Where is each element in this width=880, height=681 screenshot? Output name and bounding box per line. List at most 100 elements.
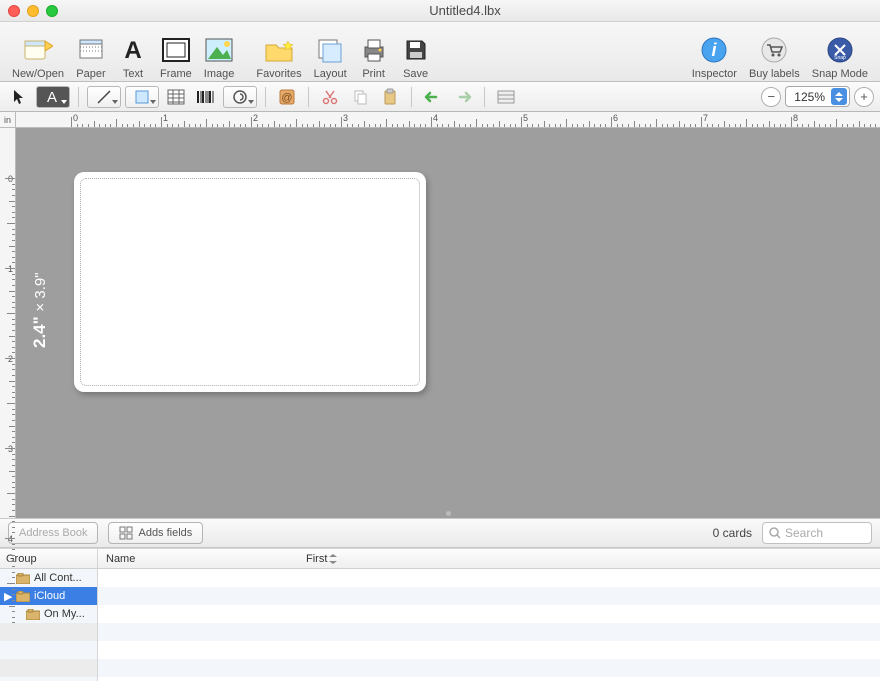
titlebar: Untitled4.lbx: [0, 0, 880, 22]
zoom-value: 125%: [794, 90, 825, 104]
svg-text:A: A: [47, 89, 57, 105]
contacts-body: [98, 569, 880, 681]
cards-count: 0 cards: [713, 526, 752, 540]
svg-text:Snap: Snap: [834, 55, 846, 61]
contact-row-empty: [98, 641, 880, 659]
undo-button[interactable]: [420, 86, 446, 108]
window-title: Untitled4.lbx: [58, 3, 872, 18]
zoom-select[interactable]: 125%: [785, 86, 850, 107]
inspector-label: Inspector: [692, 68, 737, 80]
line-tool[interactable]: [87, 86, 121, 108]
symbol-tool[interactable]: [223, 86, 257, 108]
buy-labels-button[interactable]: Buy labels: [743, 24, 806, 80]
edit-toolbar: A @ − 125%: [0, 82, 880, 112]
layout-icon: [315, 35, 345, 65]
cut-button[interactable]: [317, 86, 343, 108]
group-label: iCloud: [34, 590, 65, 602]
search-icon: [769, 527, 781, 539]
layout-label: Layout: [314, 68, 347, 80]
panel-toggle-button[interactable]: [493, 86, 519, 108]
label-preview[interactable]: [74, 172, 426, 392]
new-open-label: New/Open: [12, 68, 64, 80]
folder-icon: [16, 591, 30, 602]
pointer-tool[interactable]: [6, 86, 32, 108]
adds-fields-button[interactable]: Adds fields: [108, 522, 203, 544]
minimize-window-button[interactable]: [27, 5, 39, 17]
table-tool[interactable]: [163, 86, 189, 108]
search-box[interactable]: [762, 522, 872, 544]
frame-button[interactable]: Frame: [154, 24, 198, 80]
first-header[interactable]: First: [304, 553, 337, 565]
redo-button[interactable]: [450, 86, 476, 108]
main-header: Name First: [98, 549, 880, 569]
favorites-label: Favorites: [256, 68, 301, 80]
group-row-empty: [0, 641, 97, 659]
zoom-in-button[interactable]: +: [854, 87, 874, 107]
main-toolbar: New/Open Paper A Text Frame Image Favori…: [0, 22, 880, 82]
contact-row-empty: [98, 587, 880, 605]
canvas[interactable]: 2.4" × 3.9": [16, 128, 880, 518]
paste-button[interactable]: [377, 86, 403, 108]
folder-icon: [16, 573, 30, 584]
image-label: Image: [204, 68, 235, 80]
new-open-icon: [23, 35, 53, 65]
adds-fields-label: Adds fields: [138, 527, 192, 539]
snap-mode-button[interactable]: Snap Snap Mode: [806, 24, 874, 80]
stepper-arrows-icon: [831, 88, 847, 105]
group-list: All Cont... ▶iCloud On My...: [0, 569, 97, 681]
paper-icon: [76, 35, 106, 65]
group-row[interactable]: ▶iCloud: [0, 587, 97, 605]
barcode-tool[interactable]: [193, 86, 219, 108]
close-window-button[interactable]: [8, 5, 20, 17]
image-button[interactable]: Image: [198, 24, 241, 80]
group-label: All Cont...: [34, 572, 82, 584]
folder-icon: [26, 609, 40, 620]
group-row[interactable]: On My...: [0, 605, 97, 623]
panel-resize-handle[interactable]: [428, 511, 468, 516]
text-button[interactable]: A Text: [112, 24, 154, 80]
print-button[interactable]: Print: [353, 24, 395, 80]
work-area: in 0123456789 01234 2.4" × 3.9": [0, 112, 880, 518]
at-tool[interactable]: @: [274, 86, 300, 108]
copy-button[interactable]: [347, 86, 373, 108]
print-icon: [359, 35, 389, 65]
contact-row-empty: [98, 677, 880, 681]
search-input[interactable]: [785, 526, 855, 540]
paper-button[interactable]: Paper: [70, 24, 112, 80]
image-icon: [204, 35, 234, 65]
fields-icon: [119, 526, 133, 540]
frame-icon: [161, 35, 191, 65]
group-row-empty: [0, 659, 97, 677]
text-icon: A: [118, 35, 148, 65]
contact-row-empty: [98, 659, 880, 677]
zoom-window-button[interactable]: [46, 5, 58, 17]
contact-row-empty: [98, 605, 880, 623]
label-dimensions: 2.4" × 3.9": [30, 272, 50, 348]
text-tool[interactable]: A: [36, 86, 70, 108]
print-label: Print: [362, 68, 385, 80]
layout-button[interactable]: Layout: [308, 24, 353, 80]
svg-text:A: A: [124, 37, 141, 63]
buy-labels-label: Buy labels: [749, 68, 800, 80]
inspector-button[interactable]: i Inspector: [686, 24, 743, 80]
frame-label: Frame: [160, 68, 192, 80]
group-row-empty: [0, 623, 97, 641]
address-book-button[interactable]: Address Book: [8, 522, 98, 544]
new-open-button[interactable]: New/Open: [6, 24, 70, 80]
sort-icon: [329, 554, 337, 564]
cart-icon: [759, 35, 789, 65]
group-row-empty: [0, 677, 97, 681]
group-label: On My...: [44, 608, 85, 620]
snap-mode-icon: Snap: [825, 35, 855, 65]
contact-row-empty: [98, 623, 880, 641]
shape-tool[interactable]: [125, 86, 159, 108]
favorites-button[interactable]: Favorites: [250, 24, 307, 80]
snap-mode-label: Snap Mode: [812, 68, 868, 80]
name-header[interactable]: Name: [98, 553, 304, 565]
save-button[interactable]: Save: [395, 24, 437, 80]
favorites-icon: [264, 35, 294, 65]
zoom-out-button[interactable]: −: [761, 87, 781, 107]
svg-text:@: @: [281, 92, 292, 104]
address-book-label: Address Book: [19, 527, 87, 539]
label-margin-guide: [80, 178, 420, 386]
